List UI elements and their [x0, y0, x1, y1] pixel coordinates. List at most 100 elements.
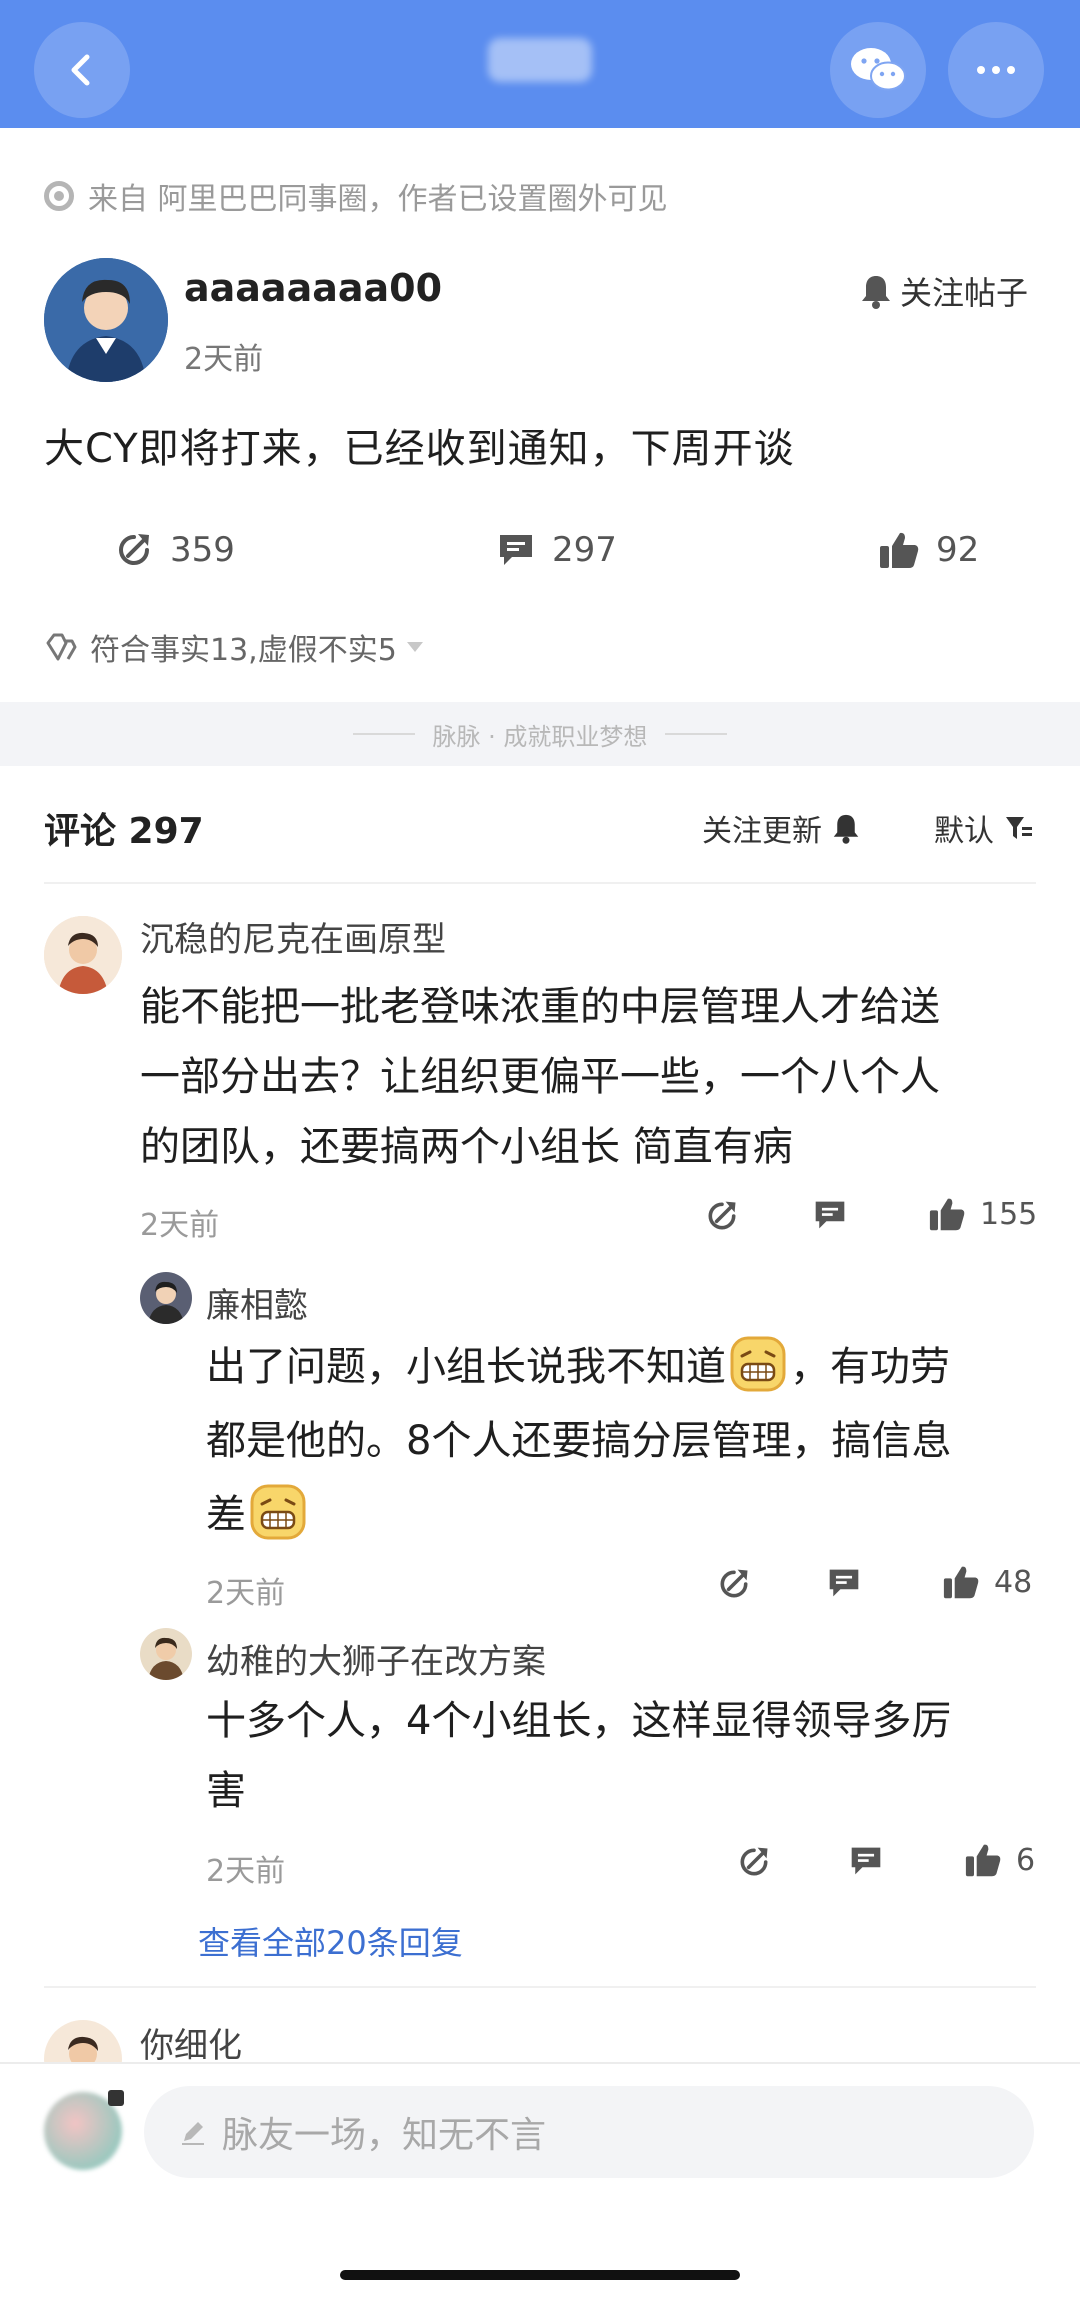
pencil-icon	[182, 2122, 204, 2145]
avatar-illustration	[140, 1272, 192, 1324]
filter-icon	[1006, 817, 1032, 839]
comment-icon	[500, 535, 532, 565]
like-button[interactable]: 6	[964, 1842, 1035, 1878]
more-dots-icon	[977, 66, 1015, 74]
reply-line: 害	[206, 1768, 246, 1814]
fact-check-icon	[46, 633, 77, 661]
share-stat[interactable]: 359	[114, 520, 235, 580]
like-count: 6	[1016, 1842, 1036, 1878]
comment-icon	[851, 1847, 881, 1875]
like-count: 92	[936, 530, 980, 570]
replier-avatar[interactable]	[140, 1628, 192, 1680]
separator	[44, 1986, 1036, 1988]
post-content: 大CY即将打来，已经收到通知，下周开谈	[44, 426, 795, 472]
like-stat[interactable]: 92	[878, 520, 979, 580]
comment-line: 一部分出去？让组织更偏平一些，一个八个人	[140, 1054, 940, 1100]
like-count: 48	[994, 1564, 1033, 1600]
avatar-illustration	[44, 258, 168, 382]
reply-button[interactable]	[826, 1566, 862, 1600]
commenter-avatar[interactable]	[44, 916, 122, 994]
post-source-text: 来自 阿里巴巴同事圈，作者已设置圈外可见	[88, 182, 668, 217]
comment-icon	[815, 1201, 845, 1229]
reply-button[interactable]	[848, 1844, 884, 1878]
replier-avatar[interactable]	[140, 1272, 192, 1324]
share-icon	[119, 534, 149, 565]
blurred-title	[488, 38, 592, 82]
reply-time: 2天前	[206, 1854, 286, 1889]
sort-label: 默认	[934, 814, 994, 849]
comment-input-placeholder: 脉友一场，知无不言	[222, 2115, 547, 2156]
replier-name[interactable]: 廉相懿	[206, 1278, 308, 1327]
comment-icon	[829, 1569, 859, 1597]
share-button[interactable]	[716, 1566, 752, 1602]
grin-emoji-icon	[250, 1484, 306, 1540]
top-bar	[0, 0, 1080, 128]
thumbs-up-icon	[929, 1198, 965, 1231]
thumbs-up-icon	[965, 1844, 1001, 1877]
share-icon	[740, 1847, 768, 1876]
share-icon	[708, 1201, 736, 1230]
follow-updates-button[interactable]: 关注更新	[702, 806, 860, 850]
caret-down-icon[interactable]	[406, 642, 423, 652]
reply-text-part: 出了问题，小组长说我不知道	[206, 1344, 726, 1390]
reply-time: 2天前	[206, 1576, 286, 1611]
avatar-illustration	[44, 916, 122, 994]
author-name[interactable]: aaaaaaaa00	[184, 266, 442, 310]
avatar-illustration	[140, 1628, 192, 1680]
chevron-left-icon	[71, 54, 90, 86]
reply-text-part: 差	[206, 1492, 246, 1538]
share-button[interactable]	[704, 1198, 740, 1234]
commenter-name[interactable]: 你细化	[140, 2018, 242, 2067]
author-avatar[interactable]	[44, 258, 168, 382]
follow-post-label: 关注帖子	[900, 274, 1029, 312]
circle-dot-icon	[44, 181, 74, 211]
sort-button[interactable]: 默认	[934, 806, 1034, 850]
replier-name[interactable]: 幼稚的大狮子在改方案	[206, 1634, 546, 1683]
reply-text: 十多个人，4个小组长，这样显得领导多厉 害	[206, 1686, 951, 1826]
reply-text-part: ，有功劳	[790, 1344, 950, 1390]
divider-slogan: 脉脉 · 成就职业梦想	[432, 722, 648, 751]
home-indicator[interactable]	[340, 2270, 740, 2280]
wechat-icon	[851, 48, 906, 91]
share-button[interactable]	[736, 1844, 772, 1880]
comment-line: 的团队，还要搞两个小组长 简直有病	[140, 1124, 793, 1170]
comment-text: 能不能把一批老登味浓重的中层管理人才给送 一部分出去？让组织更偏平一些，一个八个…	[140, 972, 940, 1182]
comment-time: 2天前	[140, 1208, 220, 1243]
like-button[interactable]: 155	[928, 1196, 1037, 1232]
divider-band: 脉脉 · 成就职业梦想	[0, 702, 1080, 766]
avatar-badge	[108, 2090, 124, 2106]
reply-line: 出了问题，小组长说我不知道 ，有功劳	[206, 1330, 951, 1404]
grin-emoji-icon	[730, 1336, 786, 1392]
more-button[interactable]	[948, 22, 1044, 118]
like-count: 155	[980, 1196, 1038, 1232]
divider-rule	[665, 733, 728, 735]
comment-stat[interactable]: 297	[496, 520, 617, 580]
bell-icon	[862, 276, 890, 309]
reply-line: 差	[206, 1478, 951, 1552]
follow-post-button[interactable]: 关注帖子	[860, 268, 1028, 314]
bell-icon	[833, 814, 859, 844]
comment-input[interactable]: 脉友一场，知无不言	[144, 2086, 1034, 2178]
comments-title: 评论 297	[44, 811, 204, 852]
thumbs-up-icon	[943, 1566, 979, 1599]
reply-button[interactable]	[812, 1198, 848, 1232]
comment-line: 能不能把一批老登味浓重的中层管理人才给送	[140, 984, 940, 1030]
wechat-share-button[interactable]	[830, 22, 926, 118]
reply-line: 十多个人，4个小组长，这样显得领导多厉	[206, 1698, 952, 1744]
post-source: 来自 阿里巴巴同事圈，作者已设置圈外可见	[44, 176, 668, 217]
separator	[44, 882, 1036, 884]
commenter-name[interactable]: 沉稳的尼克在画原型	[140, 912, 446, 961]
back-button[interactable]	[34, 22, 130, 118]
view-all-replies-link[interactable]: 查看全部20条回复	[198, 1918, 463, 1964]
reply-text: 出了问题，小组长说我不知道 ，有功劳 都是他的。8个人还要搞分层管理，搞信息 差	[206, 1330, 951, 1552]
share-count: 359	[170, 530, 235, 570]
thumbs-up-icon	[880, 532, 919, 568]
fact-check[interactable]: 符合事实13,虚假不实5	[44, 626, 423, 668]
fact-check-text: 符合事实13,虚假不实5	[90, 633, 397, 668]
like-button[interactable]: 48	[942, 1564, 1032, 1600]
share-icon	[720, 1569, 748, 1598]
post-time: 2天前	[184, 342, 264, 377]
reply-line: 都是他的。8个人还要搞分层管理，搞信息	[206, 1418, 952, 1464]
comment-count: 297	[552, 530, 617, 570]
divider-rule	[352, 733, 415, 735]
